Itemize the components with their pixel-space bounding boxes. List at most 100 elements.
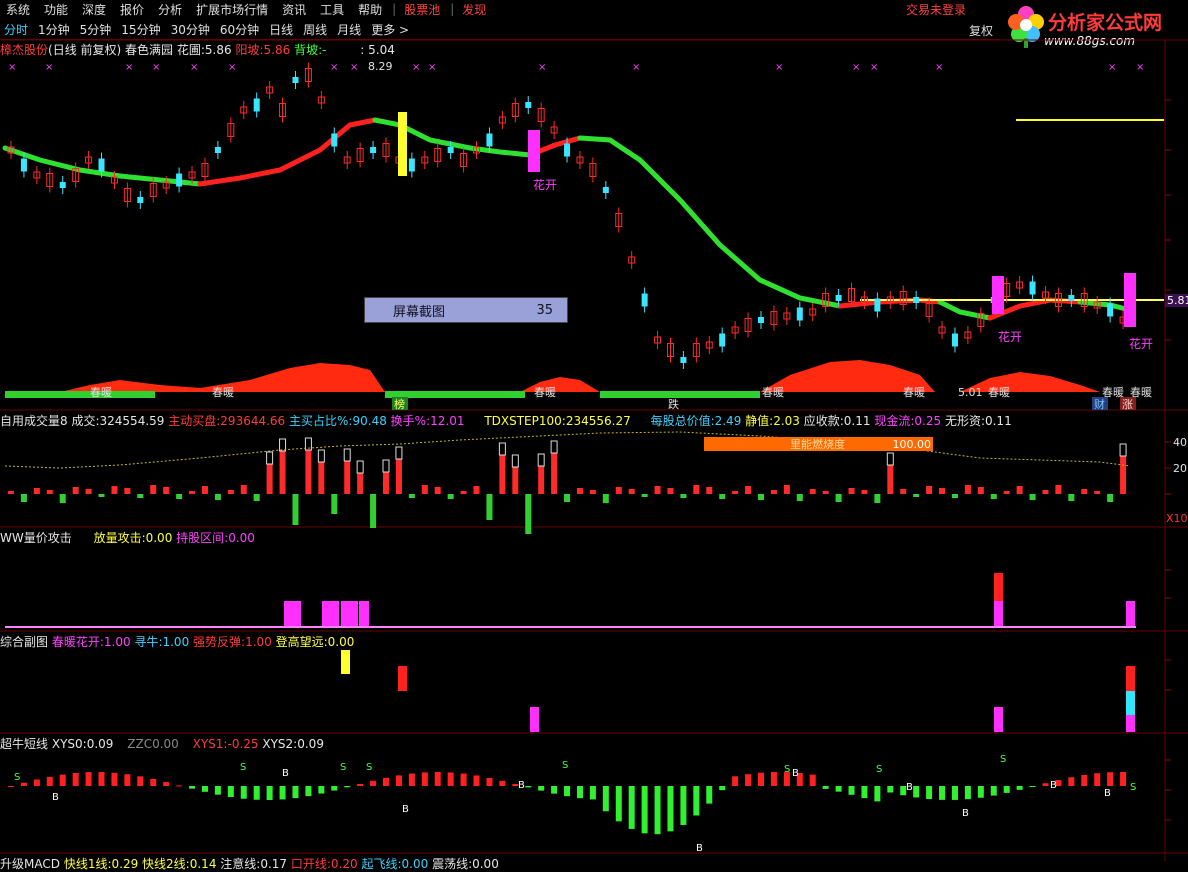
combo-bull-value: 1.00 [162, 635, 190, 649]
combo-bloom-label: 春暖花开: [51, 635, 104, 649]
short-bar [1003, 786, 1010, 793]
volume-bar-up [1081, 489, 1088, 494]
candle-body [602, 187, 609, 193]
volume-bar-up [706, 487, 713, 494]
volume-bar-up [1094, 491, 1101, 494]
screenshot-overlay[interactable]: 屏幕截图 35 [364, 297, 568, 323]
volume-bar-up [576, 488, 583, 494]
short-bar [926, 786, 933, 800]
volume-bar-up [887, 465, 894, 494]
volume-bar-up [240, 485, 247, 494]
short-bar [499, 780, 506, 786]
short-bar [835, 786, 842, 792]
ww-formula-name[interactable]: WW量价攻击 [0, 531, 72, 545]
rise-label: 涨 [1122, 398, 1133, 411]
volume-bar-down [1029, 494, 1036, 500]
volume-formula-name[interactable]: 自用成交量8 [0, 414, 68, 428]
bloom-label: 花开 [1129, 336, 1153, 351]
candle-body [408, 158, 415, 172]
volume-bar-up [1120, 456, 1127, 494]
combo-formula-name[interactable]: 综合副图 [0, 635, 48, 649]
volume-bar-up [809, 489, 816, 494]
volume-bar-down [874, 494, 881, 503]
step-value: 234556.27 [565, 414, 631, 428]
volume-bar-down [20, 494, 27, 502]
short-bar [1042, 783, 1049, 786]
chart-canvas[interactable]: 40 20 X10 × × × × × × × × × × × × × × × × × × 8.29 5.01 花… [0, 0, 1188, 861]
macd-takeoff-label: 起飞线: [361, 857, 402, 871]
short-bar [85, 772, 92, 786]
volume-bar-up [421, 485, 428, 494]
energy-burn-label: 里能燃烧度 [790, 438, 845, 451]
short-bar [357, 783, 364, 786]
share-value-label: 每股总价值: [650, 414, 715, 428]
xys0-value: 0.09 [86, 737, 114, 751]
ww-legend: WW量价攻击 放量攻击:0.00 持股区间:0.00 [0, 529, 255, 545]
short-bar [486, 777, 493, 786]
volume-bar-up [266, 464, 273, 494]
macd-takeoff-value: 0.00 [401, 857, 429, 871]
x-mark: × [125, 62, 133, 73]
volume-bar-up [85, 489, 92, 494]
current-price-tag: 5.81 [1165, 294, 1188, 307]
short-bar [266, 786, 273, 800]
short-bar [887, 786, 894, 793]
volume-bar-down [796, 494, 803, 501]
volume-bar-up [964, 485, 971, 494]
short-bar [279, 786, 286, 800]
volume-bar-down [331, 494, 338, 514]
xys2-value: 0.09 [297, 737, 324, 751]
volume-bar-down [292, 494, 299, 525]
volume-bar-outline [498, 442, 506, 456]
short-bar [1120, 772, 1127, 786]
volume-bar-up [383, 472, 389, 494]
candle-body [951, 333, 958, 347]
magenta-signal-bar [992, 276, 1004, 314]
volume-bar-up [279, 451, 286, 494]
short-bar [745, 774, 752, 786]
x-mark: × [1136, 62, 1144, 73]
sell-marker: S [366, 762, 372, 773]
candle-body [913, 297, 920, 303]
magenta-signal-bar [1124, 273, 1136, 327]
volume-bar-down [913, 494, 920, 497]
cashflow-value: 0.25 [914, 414, 942, 428]
volume-bar-down [370, 494, 377, 528]
volume-bar-outline [395, 446, 403, 460]
volume-bar-outline [537, 453, 545, 467]
short-bar [124, 774, 131, 786]
combo-signal-bars [341, 650, 1135, 732]
volume-bar-up [770, 490, 777, 494]
candle-body [564, 143, 571, 157]
short-bar [628, 786, 635, 829]
short-bar [719, 786, 726, 791]
volume-bar-up [111, 486, 118, 494]
macd-fast2-value: 0.14 [189, 857, 217, 871]
spring-label: 春暖 [903, 386, 925, 399]
short-bar [822, 786, 829, 789]
macd-oscillation-value: 0.00 [472, 857, 499, 871]
volume-bar-up [693, 485, 700, 494]
volume-bar-up [848, 488, 855, 494]
short-bar [460, 773, 467, 786]
short-bar [8, 786, 14, 787]
volume-bar-down [486, 494, 493, 520]
macd-formula-name[interactable]: 升级MACD [0, 857, 60, 871]
short-formula-name[interactable]: 超牛短线 [0, 737, 48, 751]
spring-label: 春暖 [762, 386, 784, 399]
volume-bar-up [551, 453, 558, 494]
volume-bar-down [525, 494, 532, 534]
short-bar [137, 776, 144, 786]
macd-attention-value: 0.17 [260, 857, 288, 871]
short-bar [564, 786, 571, 797]
wealth-label: 财 [1094, 397, 1105, 411]
volume-bar-down [990, 494, 997, 499]
short-bar [706, 786, 713, 804]
short-bar [641, 786, 648, 834]
short-bar [72, 773, 79, 786]
candle-body [1029, 281, 1036, 295]
candle-body [331, 133, 338, 147]
volume-bar-up [46, 490, 53, 494]
volume-bar-up [654, 486, 661, 494]
volume-bar-up [395, 459, 402, 494]
